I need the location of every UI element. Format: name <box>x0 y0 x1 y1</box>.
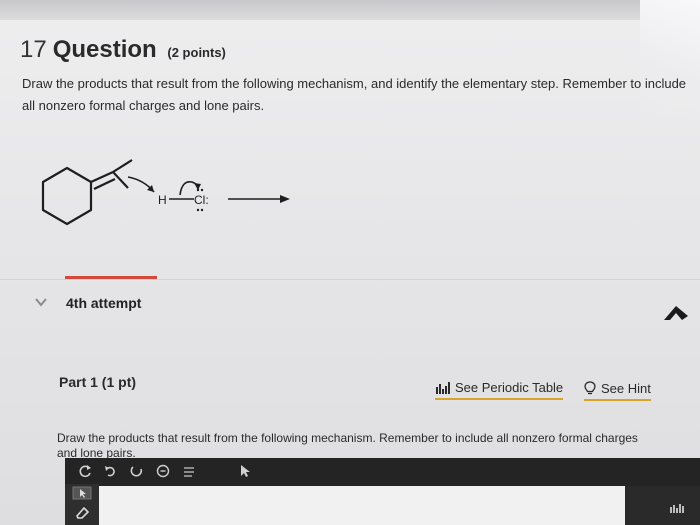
undo-icon[interactable] <box>77 463 93 479</box>
section-divider <box>0 279 700 280</box>
redo-icon[interactable] <box>103 463 119 479</box>
top-strip <box>0 0 700 20</box>
editor-toolbar <box>65 458 700 484</box>
mechanism-diagram: H Cl: <box>41 159 290 226</box>
chlorine-atom: Cl: <box>194 193 209 207</box>
reset-icon[interactable] <box>129 463 145 479</box>
attempt-label[interactable]: 4th attempt <box>66 295 141 311</box>
collapse-arrow-icon[interactable] <box>660 300 690 322</box>
hydrogen-atom: H <box>158 193 167 207</box>
eraser-icon[interactable] <box>72 504 92 520</box>
double-bond-inner <box>93 178 116 190</box>
hint-link[interactable]: See Hint <box>584 381 651 401</box>
question-title: 17 Question (2 points) <box>20 36 226 64</box>
lone-pair-dot <box>200 208 204 212</box>
part-label: Part 1 (1 pt) <box>59 374 137 390</box>
periodic-table-link[interactable]: See Periodic Table <box>435 380 564 400</box>
lightbulb-icon <box>584 381 596 395</box>
chevron-down-icon[interactable] <box>34 297 48 307</box>
page: 17 Question (2 points) Draw the products … <box>0 0 700 525</box>
reaction-arrow-head <box>280 195 290 203</box>
editor-sidebar <box>65 484 99 525</box>
question-word: Question <box>52 36 157 63</box>
part-prompt: Draw the products that result from the f… <box>57 431 638 460</box>
drawing-canvas[interactable] <box>99 486 659 525</box>
question-number: 17 <box>20 36 47 63</box>
editor-right-panel <box>625 486 700 525</box>
lone-pair-dot <box>196 208 200 212</box>
periodic-table-icon <box>436 381 450 394</box>
question-prompt: Draw the products that result from the f… <box>22 76 687 113</box>
ring-bond <box>41 166 93 226</box>
curved-arrow-bond-head <box>194 183 201 190</box>
zoom-icon[interactable] <box>155 463 171 479</box>
drawing-editor <box>65 458 700 525</box>
select-icon[interactable] <box>237 463 253 479</box>
hint-label: See Hint <box>601 381 651 396</box>
pointer-icon[interactable] <box>72 486 92 500</box>
periodic-table-icon[interactable] <box>669 502 685 514</box>
periodic-table-label: See Periodic Table <box>455 380 564 395</box>
template-icon[interactable] <box>181 463 197 479</box>
methyl-bond-top <box>112 159 133 173</box>
question-points: (2 points) <box>167 45 226 60</box>
lone-pair-dot <box>200 188 204 192</box>
